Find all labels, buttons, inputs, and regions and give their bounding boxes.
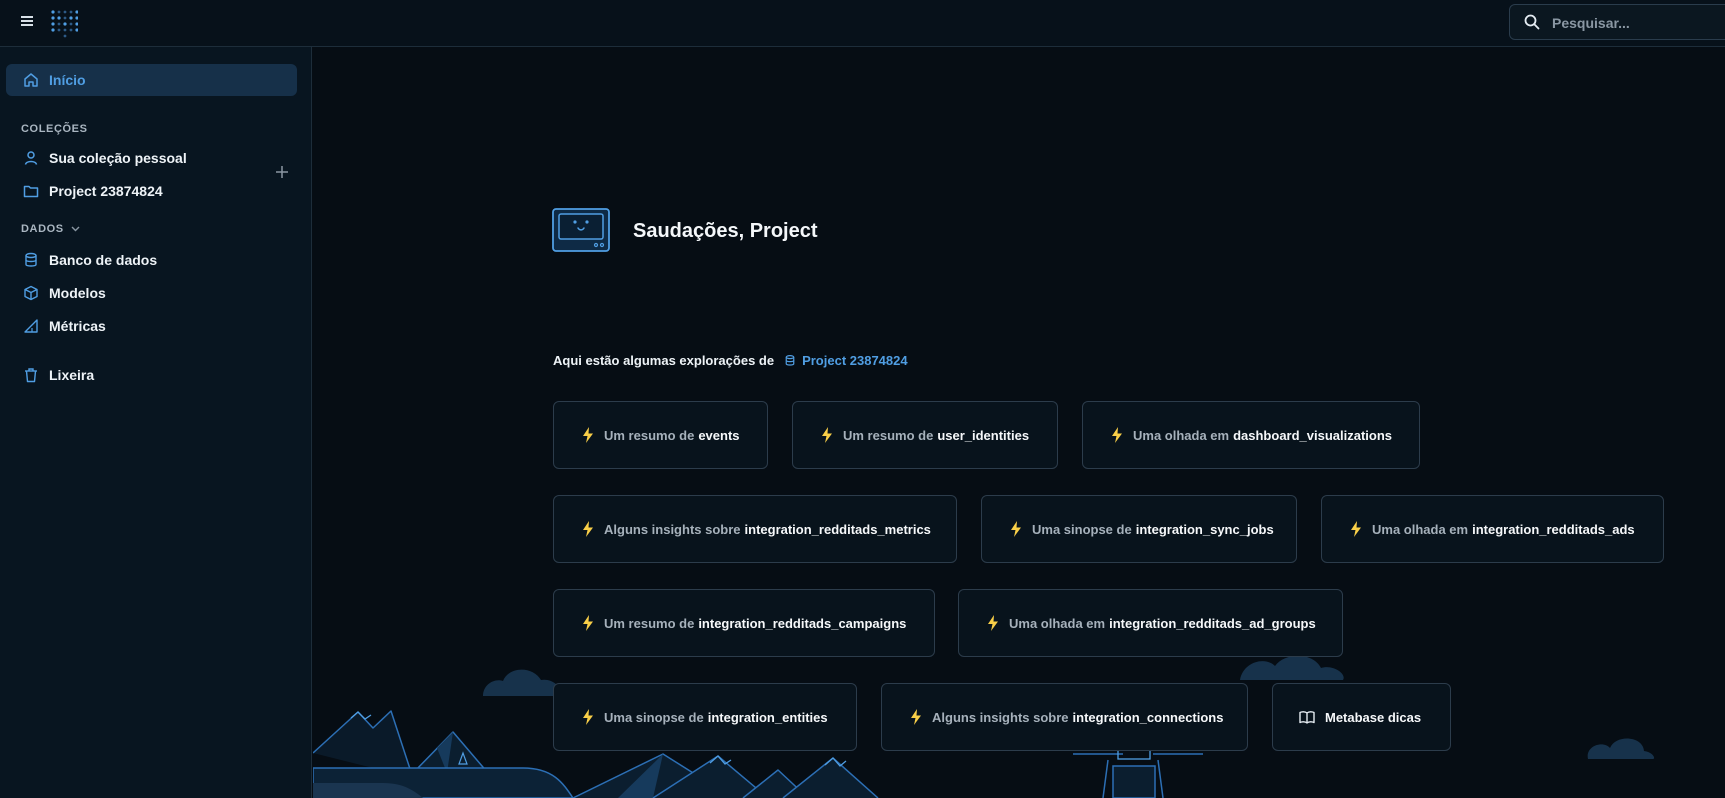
bolt-icon xyxy=(911,709,921,725)
bolt-icon xyxy=(583,427,593,443)
sidebar-item-label: Banco de dados xyxy=(49,252,158,268)
explorations-prefix: Aqui estão algumas explorações de xyxy=(553,353,775,368)
main-content: Saudações, Project Aqui estão algumas ex… xyxy=(313,48,1725,798)
cube-icon xyxy=(22,284,40,302)
sidebar-item-home[interactable]: Início xyxy=(6,64,297,96)
sidebar-item-trash[interactable]: Lixeira xyxy=(6,359,297,391)
sidebar-item-models[interactable]: Modelos xyxy=(6,277,297,309)
database-icon xyxy=(785,355,795,366)
hamburger-menu-icon[interactable] xyxy=(20,14,36,28)
exploration-card[interactable]: Uma sinopse de integration_sync_jobs xyxy=(981,495,1297,563)
database-link-label: Project 23874824 xyxy=(802,353,908,368)
collections-section-label: COLEÇÕES xyxy=(21,123,88,135)
exploration-card[interactable]: Um resumo de events xyxy=(553,401,768,469)
sidebar-item-label: Lixeira xyxy=(49,367,95,383)
bolt-icon xyxy=(1011,521,1021,537)
sidebar-item-personal-collection[interactable]: Sua coleção pessoal xyxy=(6,142,297,174)
exploration-card[interactable]: Alguns insights sobre integration_reddita… xyxy=(553,495,957,563)
bolt-icon xyxy=(1112,427,1122,443)
explorations-intro: Aqui estão algumas explorações de Projec… xyxy=(553,353,908,368)
sidebar-item-label: Project 23874824 xyxy=(49,183,163,199)
metabase-logo-icon[interactable] xyxy=(50,8,78,38)
home-icon xyxy=(22,71,40,89)
search-icon xyxy=(1524,14,1540,30)
data-section-label: DADOS xyxy=(21,223,64,235)
book-icon xyxy=(1299,711,1315,724)
sidebar-item-project-collection[interactable]: Project 23874824 xyxy=(6,175,297,207)
exploration-card[interactable]: Um resumo de integration_redditads_campai… xyxy=(553,589,935,657)
exploration-card[interactable]: Uma olhada em dashboard_visualizations xyxy=(1082,401,1420,469)
chevron-down-icon xyxy=(71,226,80,232)
bolt-icon xyxy=(583,615,593,631)
sidebar-item-label: Início xyxy=(49,72,86,88)
search-box[interactable] xyxy=(1509,4,1725,41)
database-icon xyxy=(22,251,40,269)
data-section-toggle[interactable]: DADOS xyxy=(21,223,80,235)
bolt-icon xyxy=(583,521,593,537)
trash-icon xyxy=(22,366,40,384)
sidebar-item-metrics[interactable]: Métricas xyxy=(6,310,297,342)
exploration-card[interactable]: Uma olhada em integration_redditads_ad_gr… xyxy=(958,589,1343,657)
metabase-tips-card[interactable]: Metabase dicas xyxy=(1272,683,1451,751)
bolt-icon xyxy=(1351,521,1361,537)
exploration-card[interactable]: Um resumo de user_identities xyxy=(792,401,1058,469)
folder-icon xyxy=(22,182,40,200)
person-icon xyxy=(22,149,40,167)
bolt-icon xyxy=(988,615,998,631)
metabot-icon xyxy=(552,208,610,252)
exploration-card[interactable]: Uma olhada em integration_redditads_ads xyxy=(1321,495,1664,563)
sidebar-item-database[interactable]: Banco de dados xyxy=(6,244,297,276)
bolt-icon xyxy=(822,427,832,443)
database-link[interactable]: Project 23874824 xyxy=(784,353,908,368)
metric-icon xyxy=(22,317,40,335)
top-bar xyxy=(0,0,1725,47)
sidebar: Início COLEÇÕES Sua coleção pessoal Proj… xyxy=(0,47,312,798)
greeting-title: Saudações, Project xyxy=(633,220,818,242)
exploration-card[interactable]: Alguns insights sobre integration_connect… xyxy=(881,683,1248,751)
sidebar-item-label: Modelos xyxy=(49,285,106,301)
sidebar-item-label: Sua coleção pessoal xyxy=(49,150,187,166)
search-input[interactable] xyxy=(1550,5,1725,41)
bolt-icon xyxy=(583,709,593,725)
sidebar-item-label: Métricas xyxy=(49,318,106,334)
exploration-card[interactable]: Uma sinopse de integration_entities xyxy=(553,683,857,751)
